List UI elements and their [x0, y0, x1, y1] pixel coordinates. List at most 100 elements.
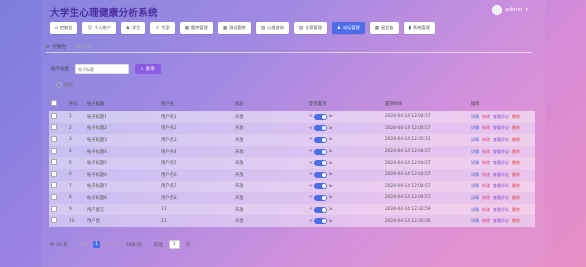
toggle-switch[interactable] — [314, 218, 328, 225]
detail-link[interactable]: 详情 — [471, 149, 479, 155]
view-comments-link[interactable]: 查看评论 — [493, 137, 509, 143]
breadcrumb-home[interactable]: 控制台 — [53, 44, 67, 50]
search-button[interactable]: ⌕ 查询 — [135, 64, 161, 74]
detail-link[interactable]: 详情 — [471, 114, 479, 120]
toggle-right-mark: ≥ — [328, 183, 333, 189]
nav-item-7[interactable]: ▤ 文章管理 — [293, 22, 327, 34]
delete-link[interactable]: 删除 — [512, 195, 520, 201]
cell-index: 8 — [69, 195, 72, 201]
avatar[interactable] — [492, 5, 503, 15]
delete-link[interactable]: 删除 — [512, 125, 520, 131]
nav-item-2[interactable]: ♟ 学生 — [120, 22, 146, 34]
pin-toggle[interactable]: < ≥ — [309, 171, 333, 178]
edit-link[interactable]: 修改 — [482, 183, 490, 189]
view-comments-link[interactable]: 查看评论 — [493, 114, 509, 120]
row-checkbox[interactable] — [51, 112, 57, 119]
row-checkbox[interactable] — [51, 135, 57, 142]
edit-link[interactable]: 修改 — [482, 172, 490, 178]
edit-link[interactable]: 修改 — [482, 160, 490, 166]
chevron-down-icon[interactable]: ▾ — [525, 7, 528, 13]
toggle-switch[interactable] — [314, 183, 328, 190]
view-comments-link[interactable]: 查看评论 — [493, 183, 509, 189]
row-checkbox[interactable] — [51, 147, 57, 154]
view-comments-link[interactable]: 查看评论 — [493, 149, 509, 155]
pin-toggle[interactable]: < ≥ — [309, 148, 333, 155]
detail-link[interactable]: 详情 — [471, 160, 479, 166]
view-comments-link[interactable]: 查看评论 — [493, 195, 509, 201]
detail-link[interactable]: 详情 — [471, 137, 479, 143]
toggle-switch[interactable] — [314, 160, 328, 167]
select-all-checkbox[interactable] — [51, 100, 57, 106]
pin-toggle[interactable]: < ≥ — [309, 183, 333, 190]
detail-link[interactable]: 详情 — [471, 218, 479, 224]
edit-link[interactable]: 修改 — [482, 195, 490, 201]
delete-link[interactable]: 删除 — [512, 160, 520, 166]
row-checkbox[interactable] — [51, 159, 57, 166]
detail-link[interactable]: 详情 — [471, 207, 479, 213]
edit-link[interactable]: 修改 — [482, 207, 490, 213]
pin-toggle[interactable]: < ≥ — [309, 160, 333, 167]
detail-link[interactable]: 详情 — [471, 183, 479, 189]
edit-link[interactable]: 修改 — [482, 125, 490, 131]
toggle-switch[interactable] — [314, 125, 328, 132]
view-comments-link[interactable]: 查看评论 — [493, 125, 509, 131]
toggle-switch[interactable] — [314, 113, 328, 120]
pager-next[interactable]: 下一页 — [106, 242, 120, 248]
nav-item-5[interactable]: ▦ 测试题库 — [217, 22, 251, 34]
delete-link[interactable]: 删除 — [512, 218, 520, 224]
toggle-switch[interactable] — [314, 194, 328, 201]
row-checkbox[interactable] — [51, 124, 57, 131]
user-menu[interactable]: admin ▾ — [492, 5, 528, 15]
delete-link[interactable]: 删除 — [512, 114, 520, 120]
nav-item-9[interactable]: ▦ 留言板 — [369, 22, 399, 34]
view-comments-link[interactable]: 查看评论 — [493, 160, 509, 166]
nav-item-3[interactable]: ♙ 专家 — [150, 22, 175, 34]
toggle-switch[interactable] — [314, 148, 328, 155]
nav-item-6[interactable]: ▤ 心理咨询 — [255, 22, 289, 34]
pager-size-select[interactable]: 10条/页 — [126, 242, 142, 248]
pin-toggle[interactable]: < ≥ — [309, 218, 333, 225]
view-comments-link[interactable]: 查看评论 — [493, 218, 509, 224]
edit-link[interactable]: 修改 — [482, 149, 490, 155]
row-actions: 详情 修改 查看评论 删除 — [471, 195, 533, 201]
row-checkbox[interactable] — [51, 217, 57, 224]
edit-link[interactable]: 修改 — [482, 114, 490, 120]
pin-toggle[interactable]: < ≥ — [309, 206, 333, 213]
nav-item-label: 测试题库 — [229, 25, 246, 30]
delete-link[interactable]: 删除 — [512, 183, 520, 189]
breadcrumb: ⟳ 控制台 / 论坛交流 — [46, 42, 532, 53]
pin-toggle[interactable]: < ≥ — [309, 125, 333, 132]
delete-link[interactable]: 删除 — [512, 137, 520, 143]
toggle-switch[interactable] — [314, 206, 328, 213]
pager-prev[interactable]: 上一页 — [74, 242, 88, 248]
toggle-switch[interactable] — [314, 171, 328, 178]
detail-link[interactable]: 详情 — [471, 125, 479, 131]
user-name[interactable]: admin — [505, 7, 522, 13]
toggle-switch[interactable] — [314, 136, 328, 143]
pager-current-page[interactable]: 1 — [93, 241, 101, 248]
delete-link[interactable]: 删除 — [512, 207, 520, 213]
pin-toggle[interactable]: < ≥ — [309, 194, 333, 201]
bulk-delete-button[interactable]: 删除 — [56, 82, 73, 88]
pin-toggle[interactable]: < ≥ — [309, 113, 333, 120]
detail-link[interactable]: 详情 — [471, 172, 479, 178]
delete-link[interactable]: 删除 — [512, 172, 520, 178]
nav-item-10[interactable]: ▮ 系统管理 — [403, 22, 435, 34]
detail-link[interactable]: 详情 — [471, 195, 479, 201]
pin-toggle[interactable]: < ≥ — [309, 136, 333, 143]
edit-link[interactable]: 修改 — [482, 218, 490, 224]
row-checkbox[interactable] — [51, 182, 57, 189]
row-checkbox[interactable] — [51, 170, 57, 177]
view-comments-link[interactable]: 查看评论 — [493, 172, 509, 178]
search-input[interactable] — [75, 64, 129, 74]
nav-item-4[interactable]: ▦ 题库管理 — [179, 22, 213, 34]
delete-link[interactable]: 删除 — [512, 149, 520, 155]
row-checkbox[interactable] — [51, 205, 57, 212]
view-comments-link[interactable]: 查看评论 — [493, 207, 509, 213]
row-checkbox[interactable] — [51, 193, 57, 200]
nav-item-0[interactable]: ⌂ 控制台 — [50, 22, 78, 34]
edit-link[interactable]: 修改 — [482, 137, 490, 143]
nav-item-1[interactable]: ☺ 个人账户 — [82, 22, 116, 34]
pager-goto-input[interactable]: 1 — [168, 240, 180, 249]
nav-item-8[interactable]: ♟ 论坛管理 — [331, 22, 365, 34]
